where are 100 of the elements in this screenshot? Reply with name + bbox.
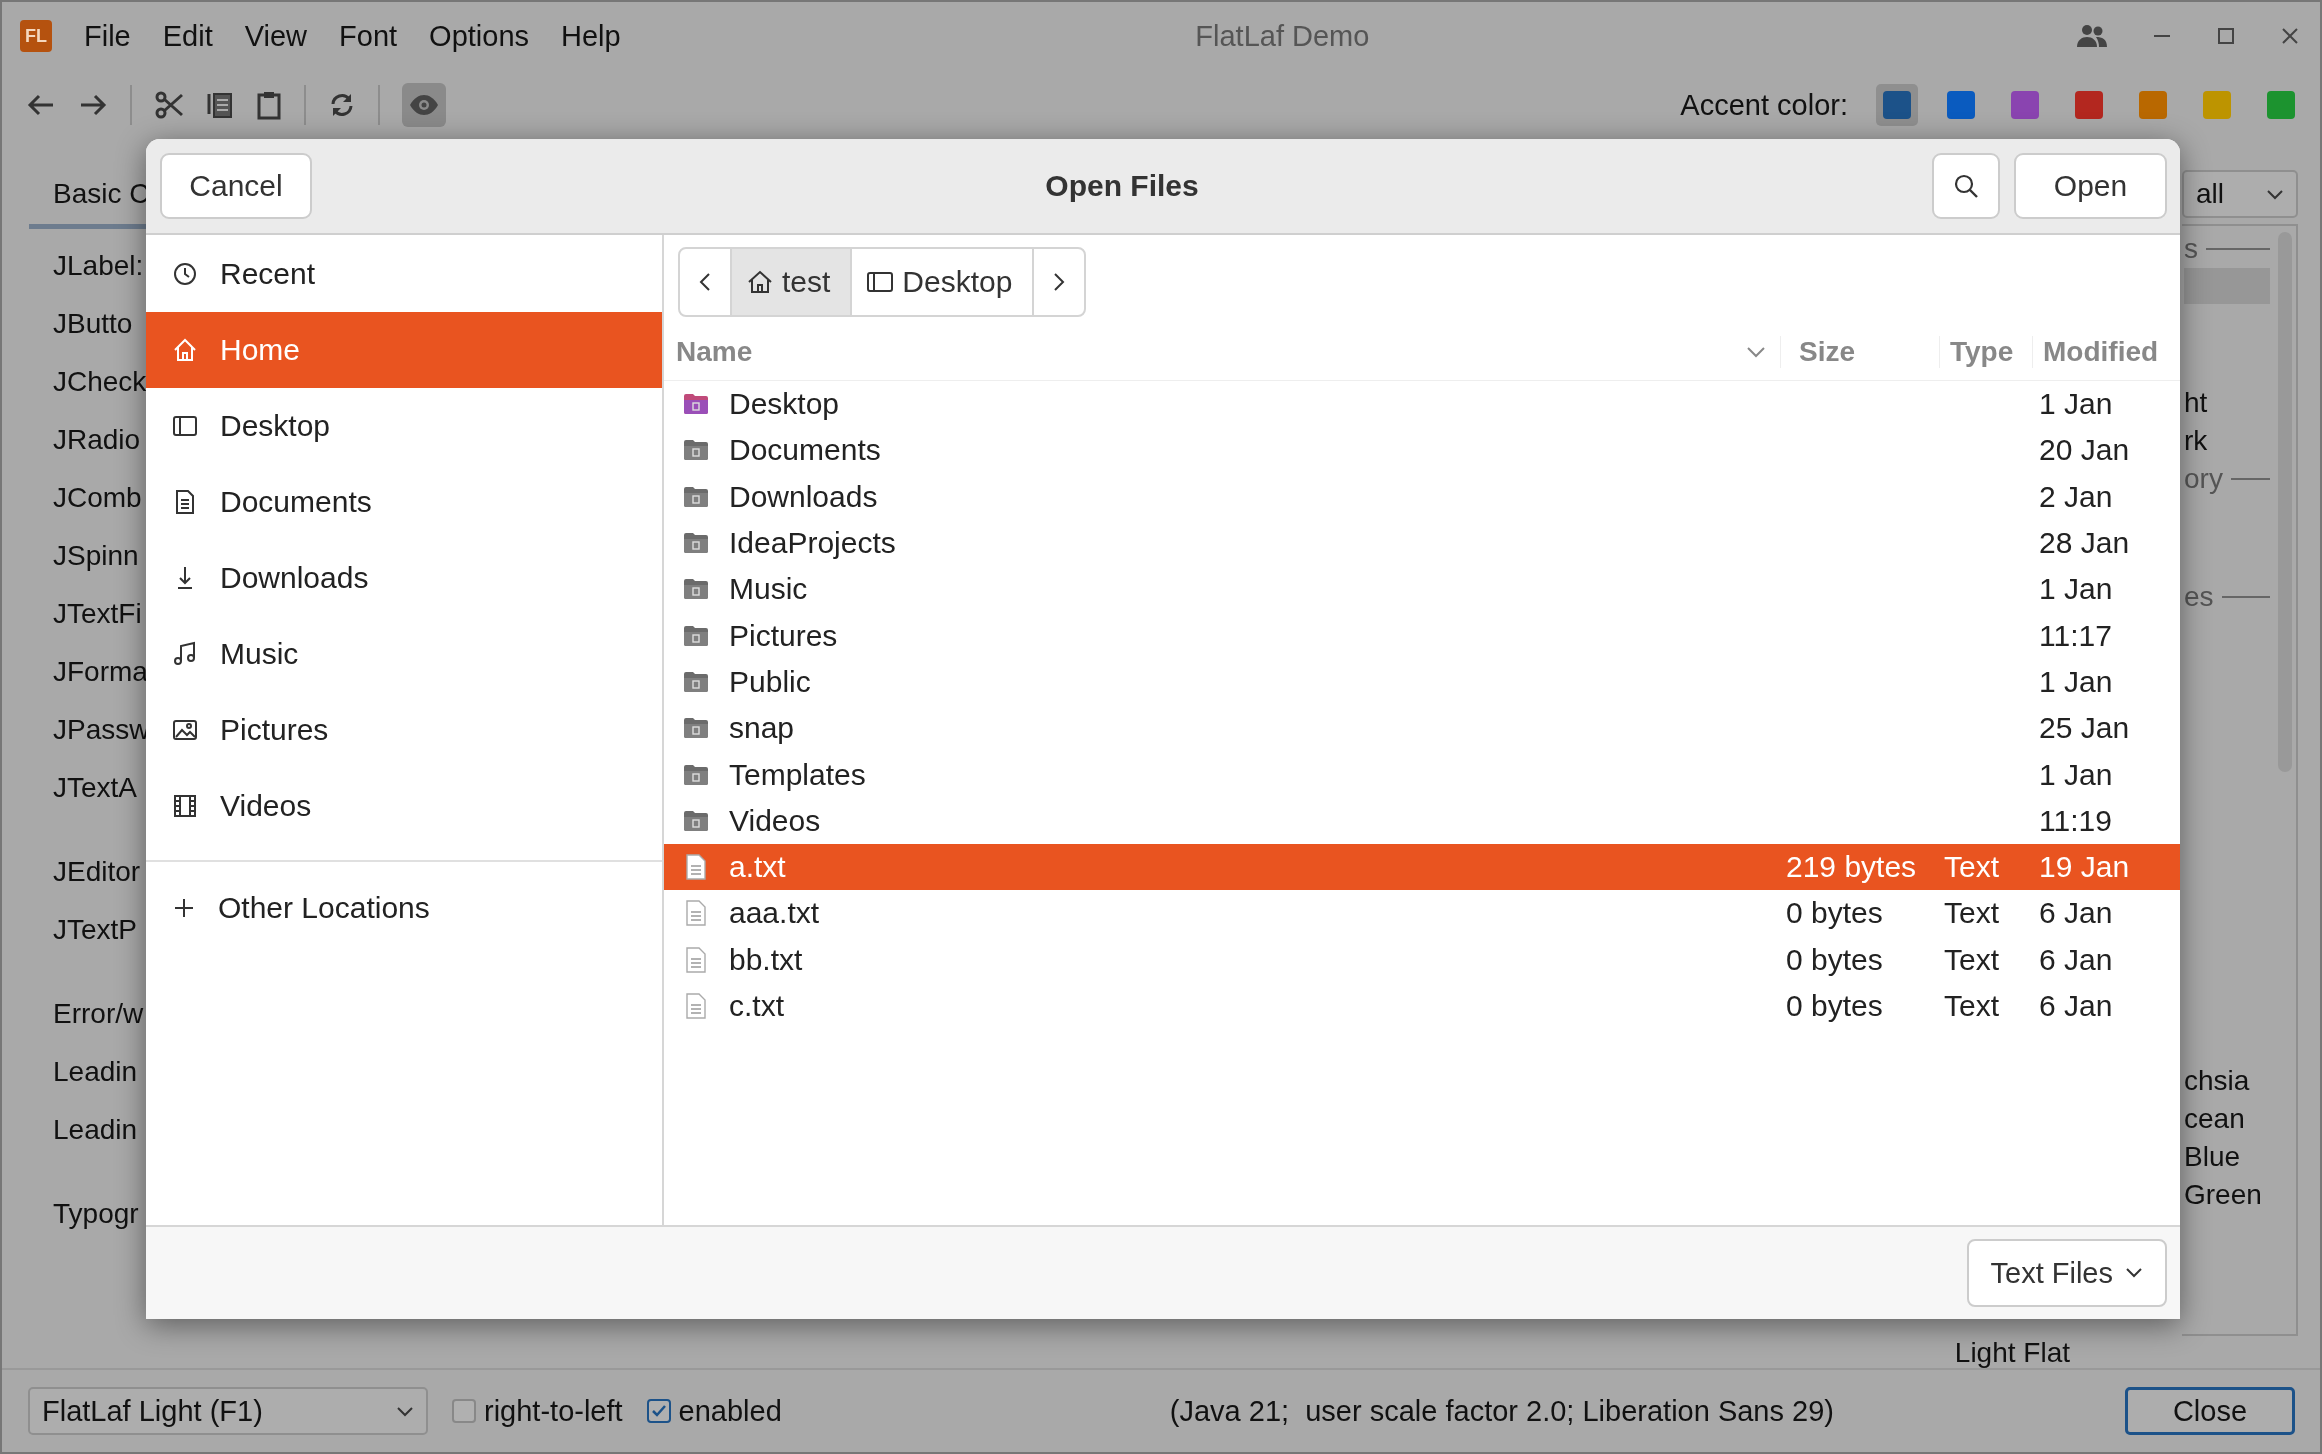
component-label: Typogr <box>52 1197 140 1231</box>
file-row[interactable]: snap 25 Jan <box>664 705 2180 752</box>
list-item[interactable]: rk <box>2184 422 2270 460</box>
desktop-icon <box>172 413 198 439</box>
file-row[interactable]: Pictures 11:17 <box>664 612 2180 659</box>
component-label: Leadin <box>52 1055 139 1089</box>
list-item[interactable]: chsia <box>2184 1062 2270 1100</box>
theme-dropdown[interactable]: FlatLaf Light (F1) <box>28 1387 428 1435</box>
file-row[interactable]: Templates 1 Jan <box>664 751 2180 798</box>
file-row[interactable]: Videos 11:19 <box>664 797 2180 844</box>
path-segment[interactable]: Desktop <box>850 249 1035 315</box>
checkbox-label[interactable]: right-to-left <box>484 1394 623 1428</box>
file-row[interactable]: IdeaProjects 28 Jan <box>664 519 2180 567</box>
menu-item[interactable]: View <box>244 19 308 53</box>
menu-item[interactable]: Help <box>561 19 621 53</box>
folder-icon <box>683 485 709 508</box>
sidebar-item[interactable]: Downloads <box>146 540 662 616</box>
file-size: 0 bytes <box>1786 942 1884 977</box>
sidebar-item[interactable]: Desktop <box>146 388 662 464</box>
close-icon[interactable] <box>2280 26 2300 46</box>
menu-item[interactable]: File <box>84 19 131 53</box>
checkbox[interactable] <box>646 1399 671 1423</box>
plus-icon <box>172 896 196 920</box>
accent-color-label: Accent color: <box>1680 88 1848 122</box>
file-name: Videos <box>728 803 822 838</box>
checkbox[interactable] <box>452 1399 476 1423</box>
file-name: Desktop <box>728 387 841 422</box>
list-item[interactable]: ht <box>2184 384 2270 422</box>
file-row[interactable]: Music 1 Jan <box>664 566 2180 613</box>
file-modified: 20 Jan <box>2039 433 2130 468</box>
component-label: JForma <box>52 655 149 689</box>
desktop-icon <box>866 270 895 294</box>
menu-item[interactable]: Options <box>429 19 530 53</box>
sidebar-item[interactable]: Recent <box>146 236 662 312</box>
file-row[interactable]: c.txt 0 bytes Text 6 Jan <box>664 982 2180 1030</box>
paste-icon[interactable] <box>256 90 282 120</box>
column-header[interactable]: Name <box>664 336 1746 368</box>
forward-arrow-icon[interactable] <box>78 93 108 117</box>
search-icon <box>1953 173 1979 199</box>
filter-dropdown[interactable]: all <box>2182 170 2298 218</box>
file-row[interactable]: Documents 20 Jan <box>664 427 2180 474</box>
film-icon <box>172 793 198 819</box>
file-row[interactable]: a.txt 219 bytes Text 19 Jan <box>664 843 2180 891</box>
file-name: Music <box>728 572 809 607</box>
file-row[interactable]: Downloads 2 Jan <box>664 473 2180 520</box>
file-row[interactable]: bb.txt 0 bytes Text 6 Jan <box>664 936 2180 983</box>
component-label: JButto <box>52 307 134 341</box>
open-button[interactable]: Open <box>2014 153 2167 219</box>
file-type: Text <box>1944 989 2001 1023</box>
file-modified: 6 Jan <box>2039 942 2113 977</box>
file-modified: 11:17 <box>2039 618 2112 653</box>
sidebar-item[interactable]: Videos <box>146 768 662 844</box>
search-button[interactable] <box>1932 153 2000 219</box>
sidebar-item[interactable]: Home <box>146 312 662 388</box>
cancel-button[interactable]: Cancel <box>160 153 312 219</box>
menu-item[interactable]: Edit <box>162 19 213 53</box>
column-header[interactable]: Modified <box>2032 336 2159 368</box>
file-row[interactable]: Desktop 1 Jan <box>664 381 2180 428</box>
maximize-icon[interactable] <box>2216 26 2236 46</box>
text-file-icon <box>683 900 709 927</box>
column-header[interactable]: Type <box>1939 336 2032 368</box>
eye-icon[interactable] <box>402 83 446 127</box>
list-item[interactable]: cean <box>2184 1100 2270 1138</box>
image-icon <box>172 717 198 743</box>
column-header[interactable]: Size <box>1780 336 1939 368</box>
sort-caret-icon[interactable] <box>1746 346 1766 358</box>
close-button[interactable]: Close <box>2125 1387 2295 1435</box>
file-type-dropdown[interactable]: Text Files <box>1966 1239 2167 1307</box>
component-label: JEditor <box>52 855 142 889</box>
folder-icon <box>683 624 709 647</box>
checkbox-label[interactable]: enabled <box>678 1394 782 1428</box>
file-modified: 1 Jan <box>2039 572 2113 607</box>
file-row[interactable]: Public 1 Jan <box>664 658 2180 706</box>
file-name: Templates <box>728 757 867 792</box>
file-row[interactable]: aaa.txt 0 bytes Text 6 Jan <box>664 890 2180 937</box>
file-modified: 6 Jan <box>2039 989 2113 1023</box>
menu-item[interactable]: Font <box>339 19 398 53</box>
component-label: Error/w <box>52 997 145 1031</box>
text-file-icon <box>683 946 709 973</box>
path-segment[interactable]: test <box>730 249 851 315</box>
list-item[interactable]: Blue <box>2184 1138 2270 1176</box>
users-icon[interactable] <box>2076 23 2108 49</box>
copy-icon[interactable] <box>206 90 234 120</box>
sidebar-item[interactable]: Other Locations <box>146 870 662 946</box>
component-label: JCheck <box>52 365 148 399</box>
cut-icon[interactable] <box>154 90 184 120</box>
chevron-down-icon <box>2125 1267 2143 1279</box>
accent-swatch[interactable] <box>1876 84 1918 126</box>
component-label: JRadio <box>52 423 142 457</box>
file-size: 219 bytes <box>1786 850 1918 885</box>
file-name: Downloads <box>728 479 879 514</box>
file-modified: 1 Jan <box>2039 757 2113 792</box>
sidebar-item[interactable]: Music <box>146 616 662 692</box>
list-item[interactable]: Light Flat <box>1954 1340 2070 1368</box>
file-size: 0 bytes <box>1786 896 1884 931</box>
folder-icon <box>683 763 709 786</box>
sidebar-item[interactable]: Documents <box>146 464 662 540</box>
list-item[interactable]: Green <box>2184 1176 2270 1214</box>
file-modified: 1 Jan <box>2039 387 2113 422</box>
back-arrow-icon[interactable] <box>26 93 56 117</box>
